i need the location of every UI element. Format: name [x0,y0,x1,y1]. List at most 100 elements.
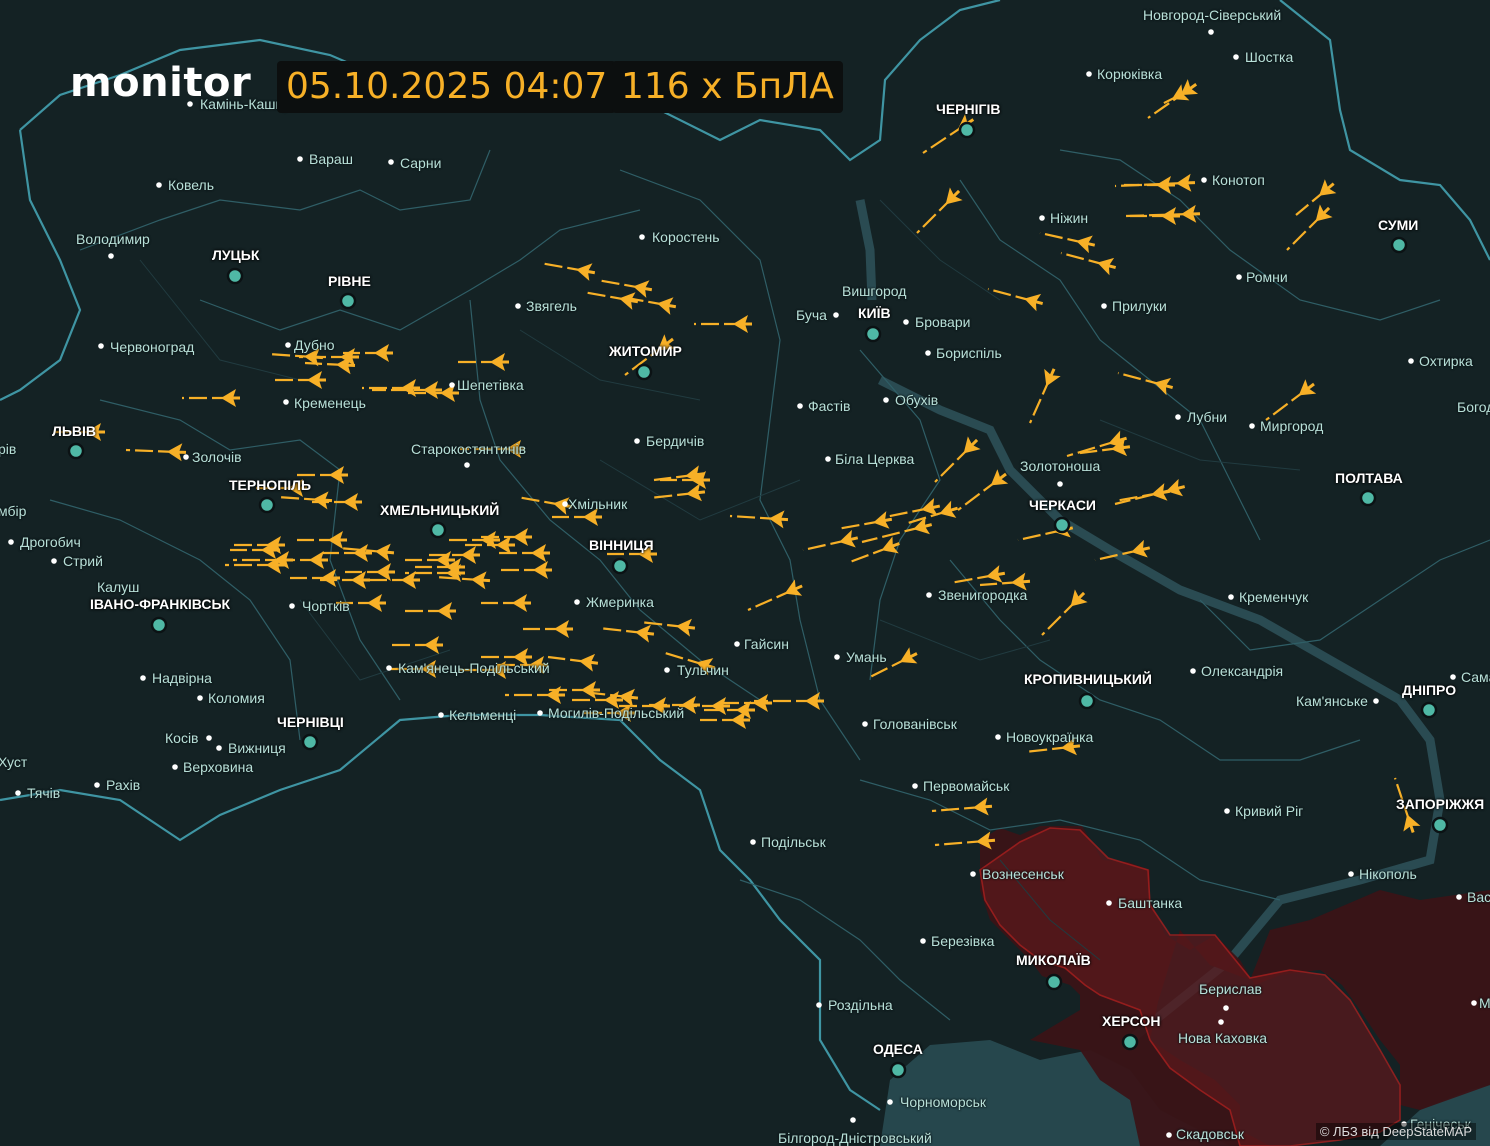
oblast-center-label[interactable]: ЧЕРКАСИ [1029,497,1096,513]
shahed-drone-icon[interactable] [401,602,456,620]
town-label[interactable]: Березівка [931,933,994,949]
town-label[interactable]: Бориспіль [936,345,1002,361]
town-label[interactable]: Коломия [208,690,265,706]
shahed-drone-icon[interactable] [271,371,326,389]
shahed-drone-icon[interactable] [125,443,187,462]
town-label[interactable]: Бровари [915,314,970,330]
town-label[interactable]: Шепетівка [457,377,524,393]
town-label[interactable]: Шостка [1245,49,1293,65]
shahed-drone-icon[interactable] [297,531,347,549]
town-label[interactable]: Косів [165,730,199,746]
shahed-drone-icon[interactable] [1060,251,1118,276]
town-label[interactable]: Баштанка [1118,895,1182,911]
town-label[interactable]: Дрогобич [20,534,81,550]
town-label[interactable]: Умань [846,649,887,665]
town-label[interactable]: Надвірна [152,670,212,686]
town-label[interactable]: Корюківка [1097,66,1162,82]
town-label[interactable]: Вас [1467,889,1490,905]
shahed-drone-icon[interactable] [362,379,420,397]
town-label[interactable]: Золотоноша [1020,458,1100,474]
shahed-drone-icon[interactable] [660,471,710,489]
town-label[interactable]: Скадовськ [1176,1126,1244,1142]
shahed-drone-icon[interactable] [1286,202,1335,251]
town-label[interactable]: рів [0,441,16,457]
town-label[interactable]: Роздільна [828,997,893,1013]
map-credit[interactable]: © ЛБЗ від DeepStateMAP [1315,1123,1476,1140]
shahed-drone-icon[interactable] [388,636,443,654]
shahed-drone-icon[interactable] [1028,365,1062,424]
oblast-center-label[interactable]: ЧЕРНІГІВ [936,101,1000,117]
oblast-center-label[interactable]: МИКОЛАЇВ [1016,952,1091,968]
shahed-drone-icon[interactable] [836,510,893,531]
town-label[interactable]: мбір [0,503,26,519]
town-label[interactable]: Хуст [0,754,27,770]
shahed-drone-icon[interactable] [934,434,983,483]
shahed-drone-icon[interactable] [539,261,596,282]
oblast-center-label[interactable]: СУМИ [1378,217,1418,233]
town-label[interactable]: Конотоп [1212,172,1265,188]
town-label[interactable]: Новгород-Сіверський [1143,7,1281,23]
town-label[interactable]: Берислав [1199,981,1262,997]
shahed-drone-icon[interactable] [729,509,789,529]
shahed-drone-icon[interactable] [1114,482,1171,503]
town-label[interactable]: Ніжин [1050,210,1088,226]
shahed-drone-icon[interactable] [505,686,565,704]
town-label[interactable]: Вараш [309,151,353,167]
town-label[interactable]: Старокостянтинів [411,441,526,457]
town-label[interactable]: Обухів [895,392,938,408]
shahed-drone-icon[interactable] [1130,207,1180,225]
oblast-center-label[interactable]: ДНІПРО [1402,682,1456,698]
shahed-drone-icon[interactable] [454,353,509,371]
shahed-drone-icon[interactable] [445,531,500,549]
town-label[interactable]: Кам'янське [1296,693,1368,709]
town-label[interactable]: Жмеринка [586,594,654,610]
town-label[interactable]: Звягель [526,298,577,314]
town-label[interactable]: Вишгород [842,283,906,299]
shahed-drone-icon[interactable] [916,185,965,234]
shahed-drone-icon[interactable] [276,490,333,510]
shahed-drone-icon[interactable] [694,315,752,333]
town-label[interactable]: Сарни [400,155,441,171]
oblast-center-label[interactable]: ХМЕЛЬНИЦЬКИЙ [380,502,499,518]
town-label[interactable]: Рахів [106,777,140,793]
map-view[interactable]: ЛУЦЬК РІВНЕ ЛЬВІВ ТЕРНОПІЛЬ ХМЕЛЬНИЦЬКИЙ ІВАН… [0,0,1490,1146]
oblast-center-label[interactable]: ЖИТОМИР [609,343,682,359]
shahed-drone-icon[interactable] [230,541,280,559]
town-label[interactable]: Червоноград [110,339,194,355]
town-label[interactable]: Ромни [1246,269,1288,285]
town-label[interactable]: Первомайськ [923,778,1009,794]
shahed-drone-icon[interactable] [1041,587,1090,636]
shahed-drone-icon[interactable] [1039,231,1097,254]
shahed-drone-icon[interactable] [290,569,340,587]
shahed-drone-icon[interactable] [497,561,552,579]
town-label[interactable]: Буча [796,307,827,323]
town-label[interactable]: Охтирка [1419,353,1473,369]
shahed-drone-icon[interactable] [1295,177,1339,216]
shahed-drone-icon[interactable] [547,652,599,672]
shahed-drone-icon[interactable] [345,563,395,581]
town-label[interactable]: Тульчин [677,662,729,678]
shahed-drone-icon[interactable] [225,556,285,574]
town-label[interactable]: Звенигородка [938,587,1027,603]
oblast-center-label[interactable]: КРОПИВНИЦЬКИЙ [1024,671,1152,687]
town-label[interactable]: Біла Церква [835,451,914,467]
town-label[interactable]: Голованівськ [873,716,957,732]
town-label[interactable]: Хмільник [568,496,627,512]
town-label[interactable]: Лубни [1187,409,1227,425]
oblast-center-label[interactable]: ЛЬВІВ [52,423,96,439]
oblast-center-label[interactable]: ХЕРСОН [1102,1013,1160,1029]
town-label[interactable]: Кельменці [449,707,516,723]
shahed-drone-icon[interactable] [949,564,1006,585]
town-label[interactable]: Володимир [76,231,150,247]
shahed-drone-icon[interactable] [370,571,420,589]
town-label[interactable]: Кременець [294,395,366,411]
town-label[interactable]: Калуш [97,579,139,595]
shahed-drone-icon[interactable] [182,389,240,407]
town-label[interactable]: Бердичів [646,433,704,449]
town-label[interactable]: Тячів [27,785,60,801]
town-label[interactable]: Дубно [294,337,334,353]
shahed-drone-icon[interactable] [931,797,993,816]
shahed-drone-icon[interactable] [596,278,653,299]
shahed-drone-icon[interactable] [598,623,655,643]
oblast-center-label[interactable]: ЗАПОРІЖЖЯ [1396,796,1484,812]
